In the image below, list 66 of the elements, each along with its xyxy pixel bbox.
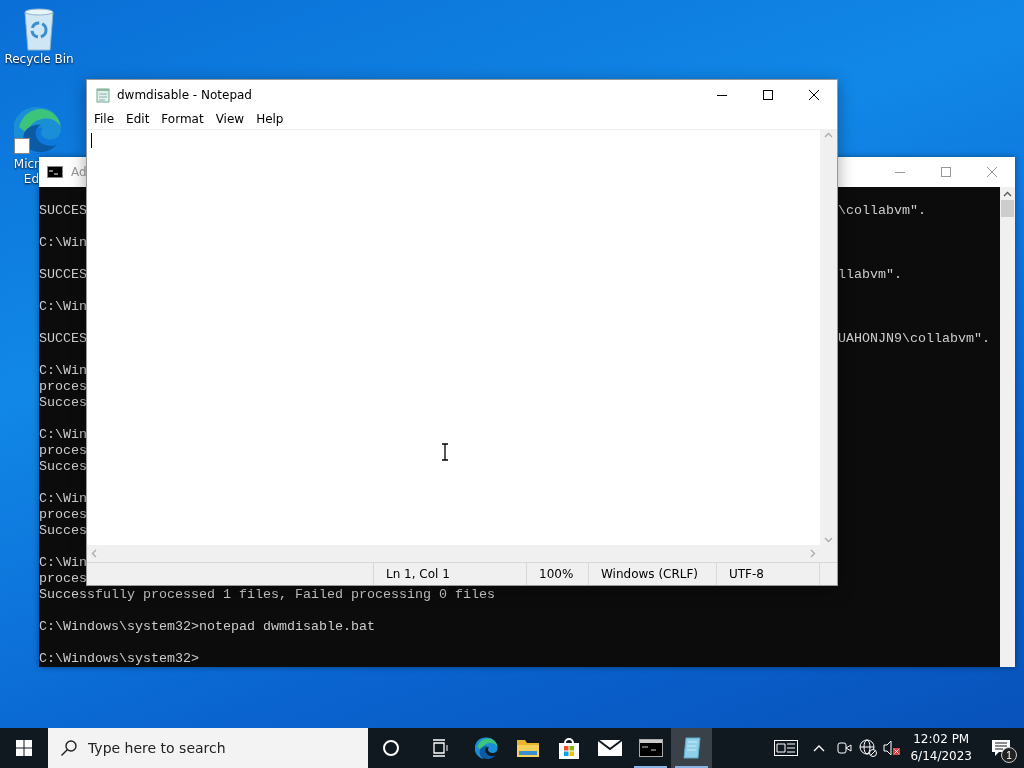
console-line: C:\Windows\system32>notepad dwmdisable.bat (39, 619, 375, 634)
scroll-thumb[interactable] (1001, 200, 1014, 217)
camera-icon (836, 740, 853, 756)
scroll-up-icon[interactable] (1003, 191, 1012, 197)
notepad-icon (95, 86, 111, 103)
search-icon (60, 739, 78, 757)
console-line: C:\Win (39, 235, 87, 250)
terminal-icon[interactable] (638, 739, 663, 757)
globe-icon (859, 739, 878, 757)
desktop-icon-label: Recycle Bin (4, 52, 74, 67)
console-line: proces (39, 379, 87, 394)
close-icon (987, 167, 997, 177)
edge-icon[interactable] (474, 736, 499, 760)
console-line: C:\Windows\system32> (39, 651, 199, 666)
maximize-icon (763, 89, 773, 100)
desktop-icon-label: Micr (13, 157, 39, 172)
console-line: C:\Win (39, 555, 87, 570)
maximize-icon (941, 167, 951, 177)
menu-item[interactable]: Format (155, 110, 210, 128)
status-field: 100% (527, 563, 589, 585)
text-cursor-icon (441, 443, 449, 461)
console-line: Succes (39, 459, 87, 474)
console-line: llabvm". (838, 267, 902, 282)
folder-icon[interactable] (515, 738, 540, 758)
close-icon (809, 89, 819, 100)
caret-up-icon (813, 744, 826, 752)
console-line: proces (39, 507, 87, 522)
news-icon (774, 740, 799, 756)
console-line: Succes (39, 523, 87, 538)
circle-icon (382, 739, 400, 757)
menu-item[interactable]: View (209, 110, 251, 128)
mail-icon[interactable] (596, 739, 623, 757)
window-title: Ad (71, 165, 87, 179)
terminal-icon (47, 166, 63, 178)
text-caret (91, 133, 92, 148)
console-line: C:\Win (39, 363, 87, 378)
console-line: SUCCES (39, 267, 87, 282)
menu-item[interactable]: Help (250, 110, 290, 128)
window-title: dwmdisable - Notepad (117, 87, 252, 102)
taskbar-app-button[interactable] (671, 728, 712, 768)
console-line: C:\Win (39, 299, 87, 314)
menu-item[interactable]: File (88, 110, 121, 128)
scrollbar[interactable] (1000, 187, 1015, 667)
status-field: Windows (CRLF) (589, 563, 717, 585)
console-line: Successfully processed 1 files, Failed processing 0 files (39, 587, 495, 602)
console-line: SUCCES (39, 331, 87, 346)
windows-logo-icon (16, 740, 32, 756)
notifications-button[interactable]: 1 (978, 728, 1024, 768)
console-line: UAHONJN9\collabvm". (838, 331, 990, 346)
speaker-muted-icon (883, 740, 902, 756)
console-line: C:\Win (39, 491, 87, 506)
task-view-icon (431, 739, 449, 757)
desktop-icon-label: Ed (23, 172, 39, 187)
search-field[interactable]: Type here to search (48, 728, 368, 768)
console-line: Succes (39, 395, 87, 410)
status-field: Ln 1, Col 1 (374, 563, 527, 585)
menu-item[interactable]: Edit (120, 110, 156, 128)
console-line: SUCCES (39, 203, 87, 218)
console-line: proces (39, 571, 87, 586)
notification-count: 1 (1001, 747, 1017, 763)
status-field: UTF-8 (717, 563, 820, 585)
console-line: \collabvm". (838, 203, 926, 218)
console-line: proces (39, 443, 87, 458)
shopping-bag-icon[interactable] (556, 736, 581, 760)
console-line: C:\Win (39, 427, 87, 442)
clock[interactable]: 12:02 PM 6/14/2023 (904, 728, 978, 768)
